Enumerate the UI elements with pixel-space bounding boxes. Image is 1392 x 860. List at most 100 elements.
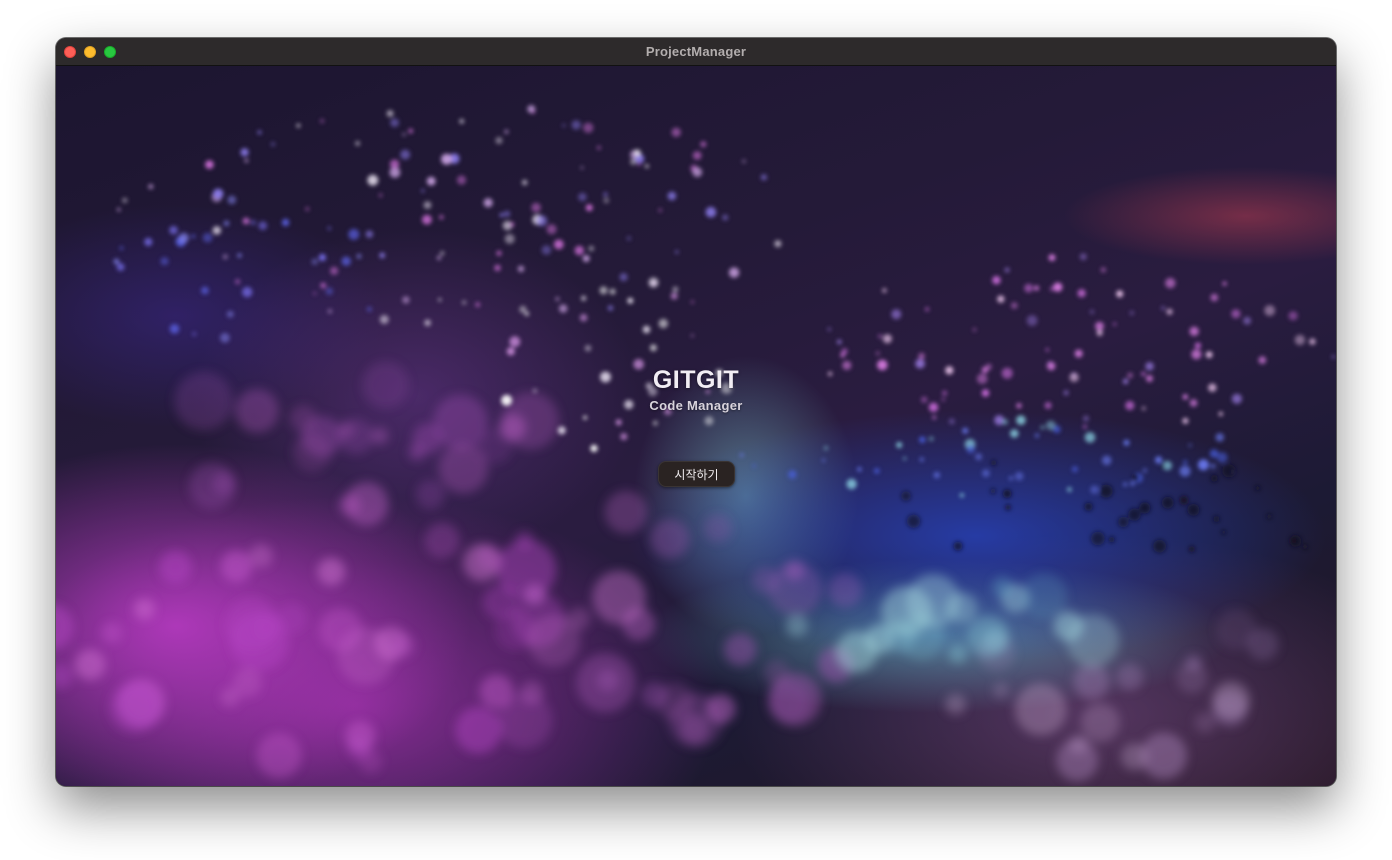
sparkle-particle bbox=[408, 128, 414, 134]
sparkle-particle bbox=[402, 296, 410, 304]
sparkle-particle bbox=[704, 416, 714, 426]
sparkle-particle bbox=[270, 142, 276, 147]
sparkle-particle bbox=[599, 286, 608, 295]
bokeh-particle bbox=[752, 567, 780, 594]
bokeh-particle bbox=[768, 681, 811, 724]
sparkle-particle bbox=[517, 265, 525, 272]
sparkle-particle bbox=[692, 167, 703, 178]
bokeh-particle bbox=[462, 543, 501, 582]
bokeh-particle bbox=[358, 749, 383, 774]
dark-speck bbox=[1302, 544, 1308, 550]
app-subtitle: Code Manager bbox=[649, 398, 743, 413]
bokeh-particle bbox=[159, 551, 192, 584]
sparkle-particle bbox=[379, 315, 389, 324]
sparkle-particle bbox=[583, 415, 587, 420]
dark-speck bbox=[1118, 516, 1129, 528]
sparkle-particle bbox=[531, 202, 541, 213]
bokeh-particle bbox=[101, 622, 123, 644]
sparkle-particle bbox=[116, 263, 125, 271]
sparkle-particle bbox=[722, 214, 729, 221]
sparkle-particle bbox=[615, 419, 622, 426]
sparkle-particle bbox=[874, 468, 880, 474]
dark-speck bbox=[1108, 536, 1115, 543]
bokeh-particle bbox=[344, 721, 376, 752]
bokeh-particle bbox=[992, 682, 1010, 699]
bokeh-particle bbox=[724, 633, 757, 666]
sparkle-particle bbox=[531, 110, 536, 114]
dark-speck bbox=[1160, 464, 1165, 469]
dark-speck bbox=[1221, 529, 1226, 535]
bokeh-particle bbox=[827, 573, 863, 608]
sparkle-particle bbox=[237, 253, 242, 258]
sparkle-particle bbox=[574, 245, 584, 256]
sparkle-particle bbox=[875, 351, 880, 356]
sparkle-particle bbox=[1205, 351, 1213, 359]
bokeh-particle bbox=[56, 604, 74, 650]
bokeh-particle bbox=[344, 482, 389, 526]
sparkle-particle bbox=[667, 191, 677, 201]
sparkle-particle bbox=[1034, 285, 1039, 291]
bokeh-particle bbox=[1066, 614, 1120, 668]
sparkle-particle bbox=[160, 257, 169, 266]
bokeh-particle bbox=[56, 664, 73, 689]
sparkle-particle bbox=[857, 467, 862, 472]
bokeh-particle bbox=[567, 607, 591, 631]
sparkle-particle bbox=[1210, 293, 1219, 302]
sparkle-particle bbox=[201, 286, 209, 295]
bokeh-particle bbox=[1140, 732, 1188, 779]
sparkle-particle bbox=[213, 188, 224, 199]
sparkle-particle bbox=[386, 110, 394, 117]
sparkle-particle bbox=[1264, 305, 1276, 316]
sparkle-particle bbox=[212, 226, 221, 235]
sparkle-particle bbox=[1191, 349, 1202, 360]
sparkle-particle bbox=[1101, 455, 1112, 466]
sparkle-particle bbox=[1004, 267, 1010, 273]
sparkle-particle bbox=[1216, 452, 1228, 463]
title-bar[interactable]: ProjectManager bbox=[56, 38, 1336, 66]
sparkle-particle bbox=[752, 464, 756, 468]
sparkle-particle bbox=[658, 208, 662, 212]
sparkle-particle bbox=[891, 309, 902, 320]
dark-speck bbox=[1210, 474, 1218, 482]
sparkle-particle bbox=[546, 224, 557, 235]
sparkle-particle bbox=[148, 184, 154, 190]
bokeh-particle bbox=[768, 562, 823, 617]
bokeh-particle bbox=[249, 544, 273, 568]
sparkle-particle bbox=[1034, 433, 1040, 438]
sparkle-particle bbox=[341, 256, 351, 266]
sparkle-particle bbox=[1048, 254, 1056, 261]
sparkle-particle bbox=[966, 444, 976, 454]
bokeh-particle bbox=[455, 706, 502, 754]
sparkle-particle bbox=[1183, 460, 1188, 465]
sparkle-particle bbox=[242, 286, 253, 298]
sparkle-particle bbox=[367, 174, 379, 186]
sparkle-particle bbox=[240, 148, 249, 157]
sparkle-particle bbox=[959, 493, 965, 498]
sparkle-particle bbox=[1179, 465, 1191, 477]
sparkle-particle bbox=[438, 298, 442, 302]
sparkle-particle bbox=[690, 300, 695, 304]
sparkle-particle bbox=[1002, 419, 1009, 425]
sparkle-particle bbox=[509, 336, 521, 348]
sparkle-particle bbox=[495, 137, 503, 144]
sparkle-particle bbox=[257, 130, 262, 135]
sparkle-particle bbox=[113, 258, 120, 265]
sparkle-particle bbox=[1026, 315, 1038, 326]
sparkle-particle bbox=[1077, 289, 1086, 298]
sparkle-particle bbox=[1040, 425, 1045, 430]
sparkle-particle bbox=[903, 457, 907, 460]
bokeh-particle bbox=[948, 644, 968, 664]
sparkle-particle bbox=[637, 162, 641, 167]
sparkle-particle bbox=[583, 122, 594, 133]
bokeh-particle bbox=[317, 557, 346, 586]
app-title: GITGIT bbox=[652, 366, 740, 394]
sparkle-particle bbox=[1074, 349, 1083, 358]
bokeh-particle bbox=[1056, 739, 1099, 782]
sparkle-particle bbox=[389, 159, 400, 169]
start-button[interactable]: 시작하기 bbox=[658, 461, 735, 487]
dark-speck bbox=[1128, 508, 1141, 521]
sparkle-particle bbox=[982, 469, 990, 478]
dark-speck bbox=[901, 491, 911, 501]
sparkle-particle bbox=[519, 305, 527, 313]
bokeh-particle bbox=[301, 416, 343, 457]
